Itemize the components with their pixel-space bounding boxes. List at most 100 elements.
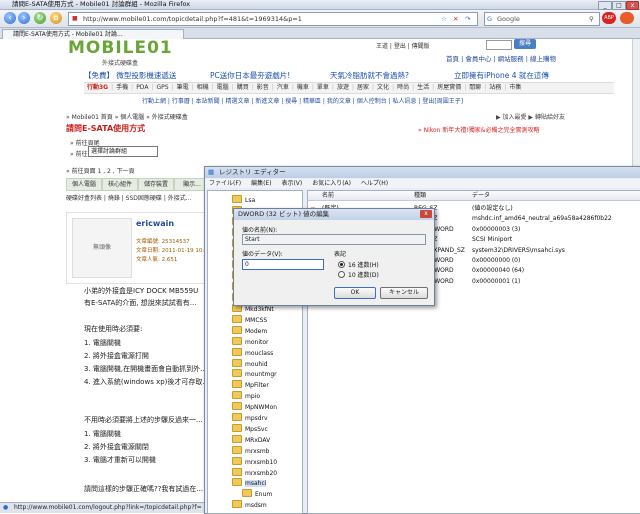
menu-item[interactable]: 文化 [377,84,389,91]
nikon-ad-link[interactable]: » Nikon 新年大禮!獨家&必備之完全實測攻略 [418,125,539,134]
registry-key[interactable]: monitor [232,336,268,347]
search-bar[interactable]: G Google ⚲ [484,12,600,26]
menu-item[interactable]: 單車 [317,84,329,91]
cancel-button[interactable]: キャンセル [380,287,428,299]
board-tab[interactable]: 核心組件 [102,178,138,191]
registry-key[interactable]: Lsa [232,195,255,205]
folder-icon [232,478,242,487]
back-arrow-icon[interactable]: ‹ [4,12,16,24]
menu-item[interactable]: 電腦 [217,84,229,91]
site-logo[interactable]: MOBILE01 [68,38,173,58]
promo-link[interactable]: 【免費】 微型投影機速遞送 [84,70,176,81]
hex-radio[interactable]: 16 進数(H) [338,260,379,269]
dword-edit-dialog[interactable]: DWORD (32 ビット) 値の編集 x 値の名前(N): Start 値のデ… [233,208,435,306]
promo-link[interactable]: 立即擁有iPhone 4 就在這傳 [454,70,549,81]
board-tab[interactable]: 儲存裝置 [138,178,174,191]
sub-tabs[interactable]: 硬碟好盒列表 | 燒錄 | SSD固態硬碟 | 外接式... [66,193,191,202]
menu-help[interactable]: ヘルプ(H) [361,180,388,187]
value-data: mshdc.inf_amd64_neutral_a69a58a4286f0b22 [472,215,612,223]
dialog-close-icon[interactable]: x [420,210,432,218]
menu-item[interactable]: 行動3G [87,84,108,91]
registry-key[interactable]: mpsdrv [232,413,268,423]
addon-icon[interactable] [620,12,634,24]
registry-key[interactable]: mrxsmb10 [232,456,277,467]
ok-button[interactable]: OK [334,287,376,299]
stop-icon[interactable]: ✕ [453,13,458,25]
column-type[interactable]: 種類 [414,191,426,200]
menu-item[interactable]: 站務 [489,84,501,91]
registry-key[interactable]: mouclass [232,347,273,358]
menu-item[interactable]: 時尚 [397,84,409,91]
browser-title-bar: 請問E-SATA使用方式 - Mobile01 討論群組 - Mozilla F… [0,0,640,10]
registry-key[interactable]: MRxDAV [232,434,270,445]
registry-key[interactable]: MMCSS [232,314,267,325]
menu-edit[interactable]: 編集(E) [251,180,271,187]
menu-item[interactable]: 居家 [357,84,369,91]
column-name[interactable]: 名前 [322,191,334,200]
promo-link[interactable]: PC送你日本最夯遊戲片! [210,70,290,81]
sub-menu[interactable]: 行動上網 | 行事曆 | 本站新聞 | 精選文章 | 新進文章 | 搜尋 | 精… [142,96,463,105]
value-data-input[interactable]: 0 [242,259,324,270]
menu-item[interactable]: 購買 [237,84,249,91]
home-icon[interactable]: ⌂ [50,12,62,24]
registry-key[interactable]: msdsm [232,500,267,510]
url-bar[interactable]: ■ http://www.mobile01.com/topicdetail.ph… [68,12,478,26]
menu-divider: | [351,84,354,91]
menu-item[interactable]: GPS [156,84,168,91]
menu-item[interactable]: PDA [136,84,148,91]
dialog-title-bar[interactable]: DWORD (32 ビット) 値の編集 x [234,209,434,220]
forum-select[interactable]: 選擇討論群組 [88,146,158,157]
post-author[interactable]: ericwain [136,219,174,228]
promo-link[interactable]: 天氣冷脂肪就不會過熱? [330,70,409,81]
bookmark-star-icon[interactable]: ☆ [441,13,447,25]
menu-file[interactable]: ファイル(F) [209,180,241,187]
menu-item[interactable]: 生活 [417,84,429,91]
registry-menu-bar: ファイル(F) 編集(E) 表示(V) お気に入り(A) ヘルプ(H) [205,179,640,188]
maximize-button[interactable]: □ [612,1,626,10]
site-search-input[interactable] [486,40,512,50]
registry-editor-title-bar[interactable]: ▦ レジストリ エディター [205,167,640,178]
menu-item[interactable]: 房屋實價 [437,84,461,91]
registry-key[interactable]: mouhid [232,358,268,369]
menu-item[interactable]: 市集 [509,84,521,91]
reload-icon[interactable]: ↻ [34,12,46,24]
registry-key[interactable]: MpNWMon [232,402,277,412]
registry-key[interactable]: mrxsmb [232,445,269,456]
menu-item[interactable]: 手機 [116,84,128,91]
breadcrumb[interactable]: » Mobile01 首頁 » 個人電腦 » 外接式硬碟盒 [66,112,188,121]
close-button[interactable]: x [626,1,639,10]
board-tab[interactable]: 個人電腦 [66,178,102,191]
go-arrow-icon[interactable]: ↷ [465,13,470,25]
site-main-links[interactable]: 首頁 | 會員中心 | 網站服務 | 線上購物 [446,53,556,63]
menu-item[interactable]: 影音 [257,84,269,91]
registry-key[interactable]: mountmgr [232,369,277,379]
menu-item[interactable]: 機車 [297,84,309,91]
forward-arrow-icon[interactable]: › [18,12,30,24]
registry-key[interactable]: Modem [232,325,267,336]
column-data[interactable]: データ [472,191,490,200]
site-search-button[interactable]: 搜尋 [514,39,536,49]
search-magnifier-icon[interactable]: ⚲ [589,13,594,25]
menu-item[interactable]: 汽車 [277,84,289,91]
value-name-field[interactable]: Start [242,234,426,245]
decimal-radio[interactable]: 10 進数(D) [338,270,379,279]
menu-favorites[interactable]: お気に入り(A) [312,180,351,187]
adblock-icon[interactable]: ABP [602,12,616,24]
registry-key[interactable]: mpio [232,391,260,401]
menu-item[interactable]: 相機 [197,84,209,91]
menu-item[interactable]: 旅遊 [337,84,349,91]
registry-key[interactable]: MpsSvc [232,423,268,434]
favorite-share-links[interactable]: ▶ 加入最愛 ▶ 轉貼給好友 [496,112,565,121]
registry-key[interactable]: mrxsmb20 [232,467,277,478]
registry-key[interactable]: Enum [242,489,272,499]
menu-view[interactable]: 表示(V) [281,180,302,187]
registry-key[interactable]: MpFilter [232,380,269,390]
menu-item[interactable]: 閒聊 [469,84,481,91]
minimize-button[interactable]: _ [598,1,612,10]
menu-item[interactable]: 筆電 [177,84,189,91]
value-data-label: 値のデータ(V): [242,251,283,258]
top-links[interactable]: 王道 | 登出 | 傳聞版 [376,41,430,50]
registry-key[interactable]: msahci [232,478,267,488]
post-text-line: 請問這樣的步驟正確嗎??我有試過在... [84,485,204,493]
pagination[interactable]: « 前往頁面 1 , 2 , 下一頁 [66,166,135,175]
